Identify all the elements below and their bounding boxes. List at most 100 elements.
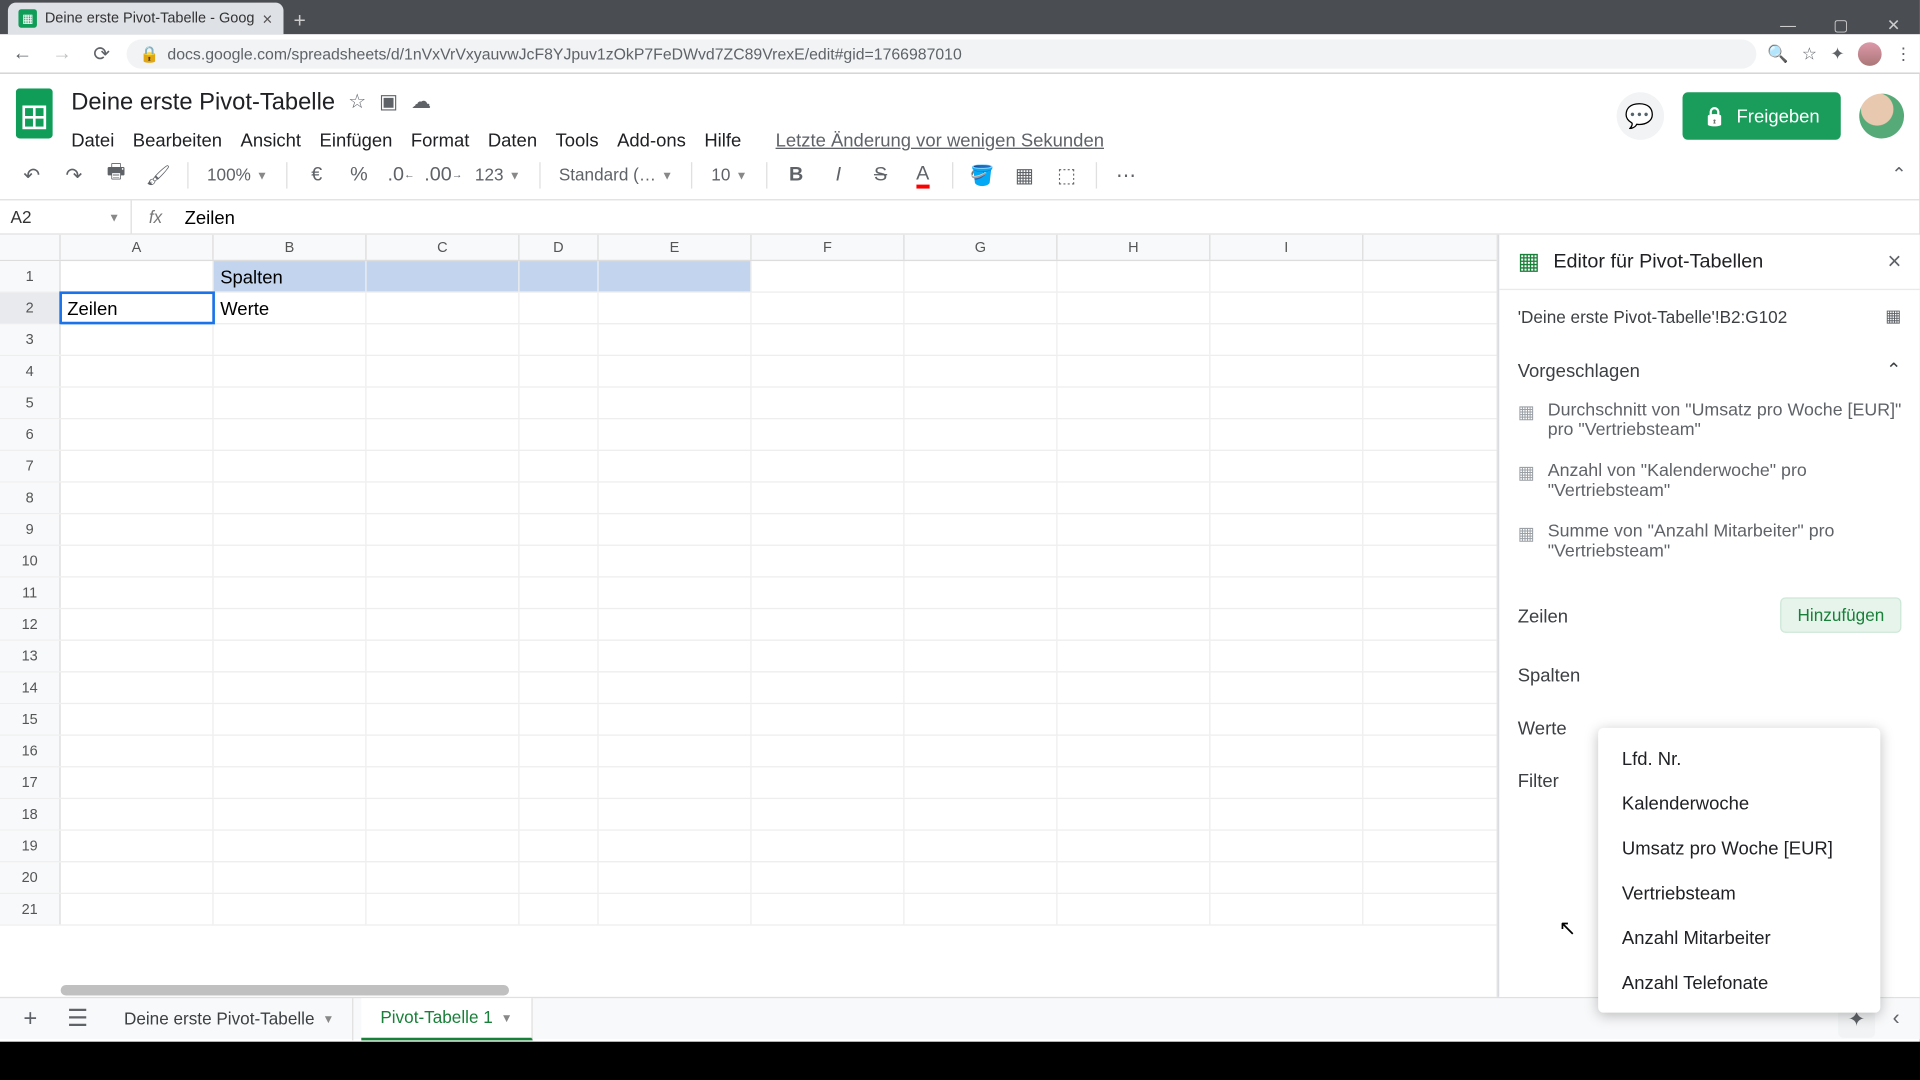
cell[interactable]	[1210, 578, 1363, 608]
cell[interactable]	[1210, 799, 1363, 829]
cell[interactable]	[520, 324, 599, 354]
cell[interactable]	[1210, 483, 1363, 513]
cell[interactable]	[752, 546, 905, 576]
cell[interactable]	[1058, 831, 1211, 861]
cell[interactable]	[61, 546, 214, 576]
cell[interactable]	[752, 609, 905, 639]
cell[interactable]	[61, 641, 214, 671]
row-header[interactable]: 19	[0, 831, 61, 861]
cell[interactable]	[1210, 451, 1363, 481]
popup-item[interactable]: Anzahl Mitarbeiter	[1598, 915, 1880, 960]
cell[interactable]	[1058, 514, 1211, 544]
cell[interactable]	[752, 324, 905, 354]
cell[interactable]	[61, 799, 214, 829]
row-header[interactable]: 21	[0, 894, 61, 924]
cell[interactable]	[1058, 356, 1211, 386]
menu-help[interactable]: Hilfe	[704, 129, 741, 150]
cell[interactable]	[599, 514, 752, 544]
cell[interactable]	[1058, 862, 1211, 892]
cell[interactable]	[1058, 324, 1211, 354]
cell[interactable]	[905, 609, 1058, 639]
cell[interactable]	[61, 324, 214, 354]
cell[interactable]	[905, 388, 1058, 418]
cell[interactable]	[905, 356, 1058, 386]
spreadsheet-grid[interactable]: A B C D E F G H I 1Spalten2ZeilenWerte34…	[0, 235, 1498, 997]
cell[interactable]	[599, 293, 752, 323]
cell[interactable]	[520, 767, 599, 797]
cell[interactable]	[1210, 293, 1363, 323]
cell[interactable]	[905, 799, 1058, 829]
col-header[interactable]: G	[905, 235, 1058, 260]
pivot-suggestion[interactable]: ▦ Durchschnitt von "Umsatz pro Woche [EU…	[1518, 389, 1902, 450]
cell[interactable]	[752, 767, 905, 797]
popup-item[interactable]: Anzahl Telefonate	[1598, 960, 1880, 1005]
cell[interactable]	[520, 483, 599, 513]
undo-icon[interactable]: ↶	[13, 156, 50, 193]
collapse-suggestions-icon[interactable]: ⌃	[1886, 359, 1901, 381]
redo-icon[interactable]: ↷	[55, 156, 92, 193]
row-header[interactable]: 5	[0, 388, 61, 418]
cell[interactable]	[61, 578, 214, 608]
cell[interactable]	[367, 388, 520, 418]
cell[interactable]	[1210, 862, 1363, 892]
star-icon[interactable]: ☆	[348, 90, 366, 114]
cell[interactable]	[61, 514, 214, 544]
row-header[interactable]: 16	[0, 736, 61, 766]
cell[interactable]	[367, 261, 520, 291]
cell[interactable]	[367, 767, 520, 797]
row-header[interactable]: 9	[0, 514, 61, 544]
cloud-status-icon[interactable]: ☁	[411, 90, 431, 114]
all-sheets-button[interactable]: ☰	[58, 1005, 98, 1033]
currency-format-icon[interactable]: €	[298, 156, 335, 193]
cell[interactable]	[599, 483, 752, 513]
menu-insert[interactable]: Einfügen	[320, 129, 393, 150]
new-tab-button[interactable]: +	[283, 11, 316, 35]
row-header[interactable]: 6	[0, 419, 61, 449]
cell[interactable]	[599, 609, 752, 639]
cell[interactable]	[752, 451, 905, 481]
cell[interactable]	[367, 736, 520, 766]
cell[interactable]	[214, 451, 367, 481]
cell[interactable]	[599, 672, 752, 702]
popup-item[interactable]: Kalenderwoche	[1598, 781, 1880, 826]
cell[interactable]	[214, 894, 367, 924]
sheets-logo-icon[interactable]	[11, 82, 58, 145]
cell[interactable]	[1058, 672, 1211, 702]
tab-close-icon[interactable]: ×	[262, 9, 272, 29]
cell[interactable]	[905, 862, 1058, 892]
cell[interactable]	[752, 293, 905, 323]
cell[interactable]	[520, 419, 599, 449]
col-header[interactable]: C	[367, 235, 520, 260]
cell[interactable]	[599, 546, 752, 576]
borders-icon[interactable]: ▦	[1006, 156, 1043, 193]
cell[interactable]: Spalten	[214, 261, 367, 291]
menu-data[interactable]: Daten	[488, 129, 537, 150]
address-bar[interactable]: 🔒 docs.google.com/spreadsheets/d/1nVxVrV…	[127, 39, 1757, 68]
cell[interactable]	[214, 388, 367, 418]
cell[interactable]	[1058, 894, 1211, 924]
cell[interactable]	[752, 704, 905, 734]
merge-cells-icon[interactable]: ⬚	[1048, 156, 1085, 193]
col-header[interactable]: I	[1210, 235, 1363, 260]
cell[interactable]	[214, 767, 367, 797]
menu-addons[interactable]: Add-ons	[617, 129, 686, 150]
cell[interactable]	[214, 672, 367, 702]
cell[interactable]	[905, 672, 1058, 702]
cell[interactable]	[61, 419, 214, 449]
cell[interactable]	[1058, 578, 1211, 608]
cell[interactable]	[752, 261, 905, 291]
paint-format-icon[interactable]: 🖌	[140, 156, 177, 193]
row-header[interactable]: 7	[0, 451, 61, 481]
cell[interactable]	[1058, 546, 1211, 576]
popup-item[interactable]: Vertriebsteam	[1598, 870, 1880, 915]
row-header[interactable]: 20	[0, 862, 61, 892]
cell[interactable]	[599, 641, 752, 671]
cell[interactable]	[61, 388, 214, 418]
cell[interactable]	[752, 578, 905, 608]
last-edit-link[interactable]: Letzte Änderung vor wenigen Sekunden	[776, 129, 1104, 150]
cell[interactable]	[905, 514, 1058, 544]
horizontal-scrollbar[interactable]	[61, 984, 1471, 997]
cell[interactable]	[905, 736, 1058, 766]
cell[interactable]	[752, 641, 905, 671]
cell[interactable]	[599, 261, 752, 291]
